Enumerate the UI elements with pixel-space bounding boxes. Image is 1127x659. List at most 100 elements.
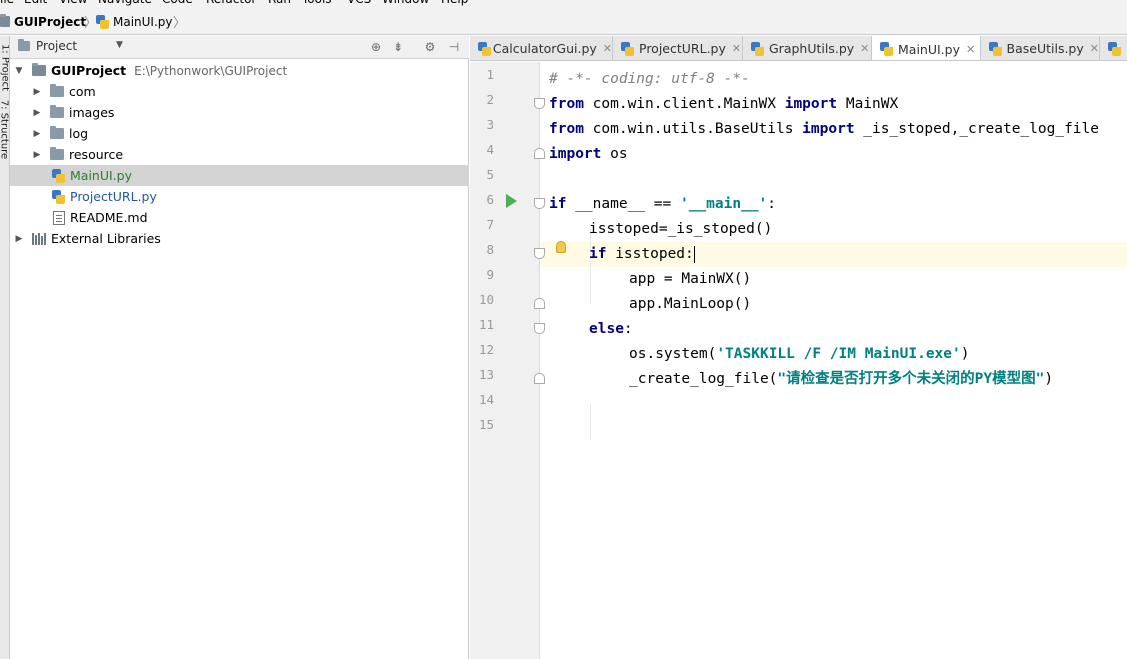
line-number: 14 <box>478 392 494 407</box>
editor-tab-bar: CalculatorGui.py ✕ ProjectURL.py ✕ Graph… <box>470 36 1127 61</box>
code-text: isstoped=_is_stoped() <box>589 221 773 237</box>
tree-item-external-libraries[interactable]: ▶ External Libraries <box>10 228 469 249</box>
code-text: isstoped: <box>606 246 694 262</box>
code-editor[interactable]: 1 2 3 4 5 6 7 8 9 10 11 12 13 14 15 # -*… <box>470 62 1127 659</box>
menu-view[interactable]: View <box>59 0 87 8</box>
fold-icon[interactable] <box>534 248 545 259</box>
chevron-down-icon[interactable]: ▼ <box>116 40 123 50</box>
python-file-icon <box>52 189 65 204</box>
menu-vcs[interactable]: VCS <box>347 0 371 8</box>
gear-icon[interactable]: ⚙ <box>422 39 438 55</box>
line-number: 4 <box>486 142 494 157</box>
run-icon[interactable] <box>506 194 517 208</box>
project-icon <box>18 39 30 51</box>
code-keyword: import <box>549 146 602 162</box>
tree-item-readme[interactable]: README.md <box>10 207 469 228</box>
project-panel-header: Project ▼ ⊕ ⇟ ⚙ ⊣ <box>10 36 469 59</box>
menu-refactor[interactable]: Refactor <box>206 0 256 8</box>
python-file-icon <box>52 168 65 183</box>
tree-item-projecturl[interactable]: ProjectURL.py <box>10 186 469 207</box>
python-file-icon <box>621 41 634 56</box>
hide-panel-icon[interactable]: ⊣ <box>446 39 462 55</box>
close-icon[interactable]: ✕ <box>732 42 741 55</box>
close-icon[interactable]: ✕ <box>966 43 975 56</box>
tab-baseutils[interactable]: BaseUtils.py ✕ <box>981 36 1100 60</box>
tree-item-label: ProjectURL.py <box>70 189 157 204</box>
code-line-3: from com.win.utils.BaseUtils import _is_… <box>549 117 1099 142</box>
menu-code[interactable]: Code <box>162 0 193 8</box>
menu-edit[interactable]: Edit <box>24 0 47 8</box>
chevron-right-icon[interactable]: ▶ <box>32 108 42 118</box>
menu-run[interactable]: Run <box>268 0 291 8</box>
code-line-12: os.system('TASKKILL /F /IM MainUI.exe') <box>629 342 969 367</box>
locate-icon[interactable]: ⊕ <box>368 39 384 55</box>
chevron-right-icon[interactable]: ▶ <box>32 150 42 160</box>
tool-window-project-button[interactable]: 1: Project <box>0 41 9 95</box>
chevron-down-icon[interactable]: ▼ <box>14 66 24 76</box>
menu-window[interactable]: Window <box>382 0 429 8</box>
menu-file[interactable]: ile <box>0 0 14 8</box>
menu-bar: ile Edit View Navigate Code Refactor Run… <box>0 0 1127 8</box>
code-text: os.system( <box>629 346 717 362</box>
chevron-right-icon[interactable]: ▶ <box>14 234 24 244</box>
chevron-right-icon: 〉 <box>173 16 187 31</box>
code-text: MainWX <box>837 96 899 112</box>
code-comment: # -*- coding: utf-8 -*- <box>549 71 750 87</box>
close-icon[interactable]: ✕ <box>1090 42 1099 55</box>
tab-graphutils[interactable]: GraphUtils.py ✕ <box>743 36 872 60</box>
text-caret <box>693 245 695 263</box>
chevron-right-icon[interactable]: ▶ <box>32 129 42 139</box>
menu-tools[interactable]: Tools <box>302 0 332 8</box>
project-panel: Project ▼ ⊕ ⇟ ⚙ ⊣ ▼ GUIProject E:\Python… <box>10 36 469 659</box>
fold-icon[interactable] <box>534 323 545 334</box>
code-line-2: from com.win.client.MainWX import MainWX <box>549 92 898 117</box>
code-text: : <box>767 196 777 212</box>
code-keyword: from <box>549 121 584 137</box>
code-line-8: if isstoped: <box>589 242 695 267</box>
markdown-file-icon <box>53 210 65 225</box>
code-text: com.win.utils.BaseUtils <box>583 121 803 137</box>
tab-mainui[interactable]: MainUI.py ✕ <box>872 36 981 60</box>
python-file-icon <box>478 41 491 56</box>
line-number: 3 <box>486 117 494 132</box>
fold-icon[interactable] <box>534 198 545 209</box>
code-string: '__main__' <box>679 196 768 212</box>
menu-help[interactable]: Help <box>441 0 468 8</box>
python-file-icon <box>751 41 764 56</box>
fold-icon[interactable] <box>534 373 545 384</box>
breadcrumb-file[interactable]: MainUI.py <box>96 13 173 30</box>
lightbulb-icon[interactable] <box>556 241 566 253</box>
code-line-11: else: <box>589 317 633 342</box>
folder-icon <box>50 126 64 139</box>
code-text: _is_stoped,_create_log_file <box>854 121 1099 137</box>
tree-item-resource[interactable]: ▶ resource <box>10 144 469 165</box>
python-file-icon <box>96 14 109 29</box>
menu-navigate[interactable]: Navigate <box>98 0 152 8</box>
tab-label: ProjectURL.py <box>639 41 726 56</box>
code-text: __name__ == <box>566 196 680 212</box>
fold-icon[interactable] <box>534 298 545 309</box>
collapse-all-icon[interactable]: ⇟ <box>390 39 406 55</box>
tree-item-images[interactable]: ▶ images <box>10 102 469 123</box>
tab-overflow[interactable] <box>1100 36 1127 60</box>
breadcrumb-project[interactable]: GUIProject <box>0 13 86 30</box>
close-icon[interactable]: ✕ <box>860 42 869 55</box>
line-number: 8 <box>486 242 494 257</box>
line-number: 11 <box>478 317 494 332</box>
tree-item-com[interactable]: ▶ com <box>10 81 469 102</box>
chevron-right-icon[interactable]: ▶ <box>32 87 42 97</box>
tool-window-structure-button[interactable]: 7: Structure <box>0 100 9 160</box>
line-number: 6 <box>486 192 494 207</box>
code-keyword: else <box>589 321 624 337</box>
code-text: _create_log_file( <box>629 371 778 387</box>
project-view-selector[interactable]: Project <box>18 39 77 53</box>
tab-projecturl[interactable]: ProjectURL.py ✕ <box>613 36 743 60</box>
close-icon[interactable]: ✕ <box>603 42 612 55</box>
tree-item-mainui[interactable]: MainUI.py <box>10 165 469 186</box>
tree-item-log[interactable]: ▶ log <box>10 123 469 144</box>
tab-calculatorgui[interactable]: CalculatorGui.py ✕ <box>470 36 613 60</box>
fold-icon[interactable] <box>534 98 545 109</box>
tree-root-item[interactable]: ▼ GUIProject E:\Pythonwork\GUIProject <box>10 60 469 81</box>
tree-item-label: log <box>69 126 89 141</box>
fold-icon[interactable] <box>534 148 545 159</box>
